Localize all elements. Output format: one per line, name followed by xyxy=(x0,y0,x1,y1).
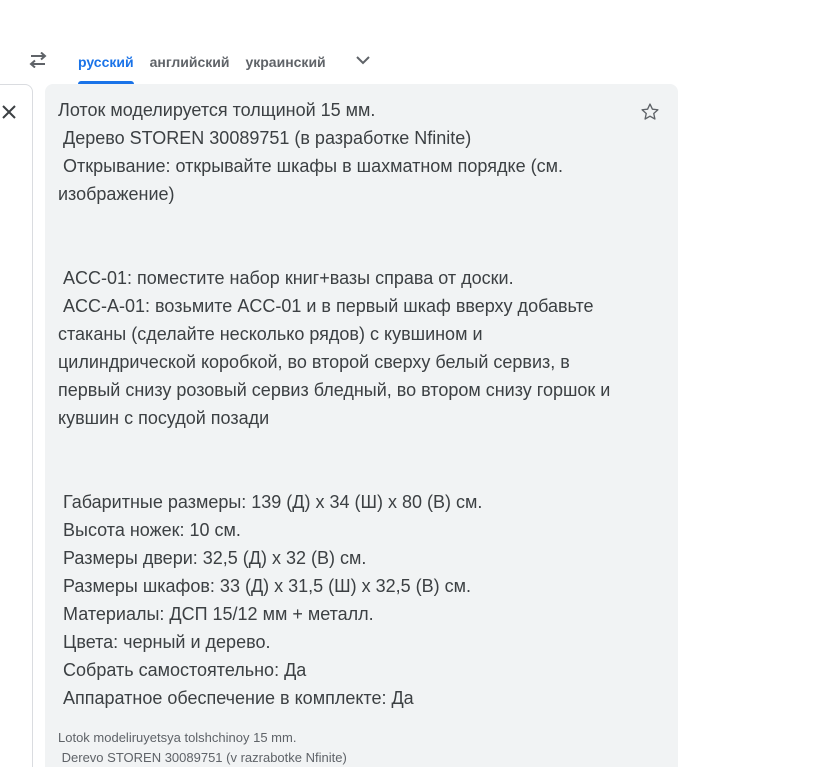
tab-russian[interactable]: русский xyxy=(70,40,142,84)
tab-ukrainian[interactable]: украинский xyxy=(237,40,333,84)
tab-english[interactable]: английский xyxy=(142,40,238,84)
close-icon xyxy=(2,105,16,119)
clear-source-button[interactable] xyxy=(0,103,18,121)
translation-text: Лоток моделируется толщиной 15 мм. Дерев… xyxy=(58,100,611,708)
chevron-down-icon xyxy=(356,56,370,65)
swap-languages-button[interactable] xyxy=(26,50,50,70)
source-panel xyxy=(0,84,33,767)
target-language-tabs: русский английский украинский xyxy=(70,40,334,84)
save-translation-button[interactable] xyxy=(639,101,661,123)
more-languages-button[interactable] xyxy=(350,50,376,70)
swap-arrows-icon xyxy=(29,52,47,68)
star-outline-icon xyxy=(641,103,659,120)
transliteration-text: Lotok modeliruyetsya tolshchinoy 15 mm. … xyxy=(58,730,347,765)
translate-page: русский английский украинский Лоток моде… xyxy=(0,0,819,767)
